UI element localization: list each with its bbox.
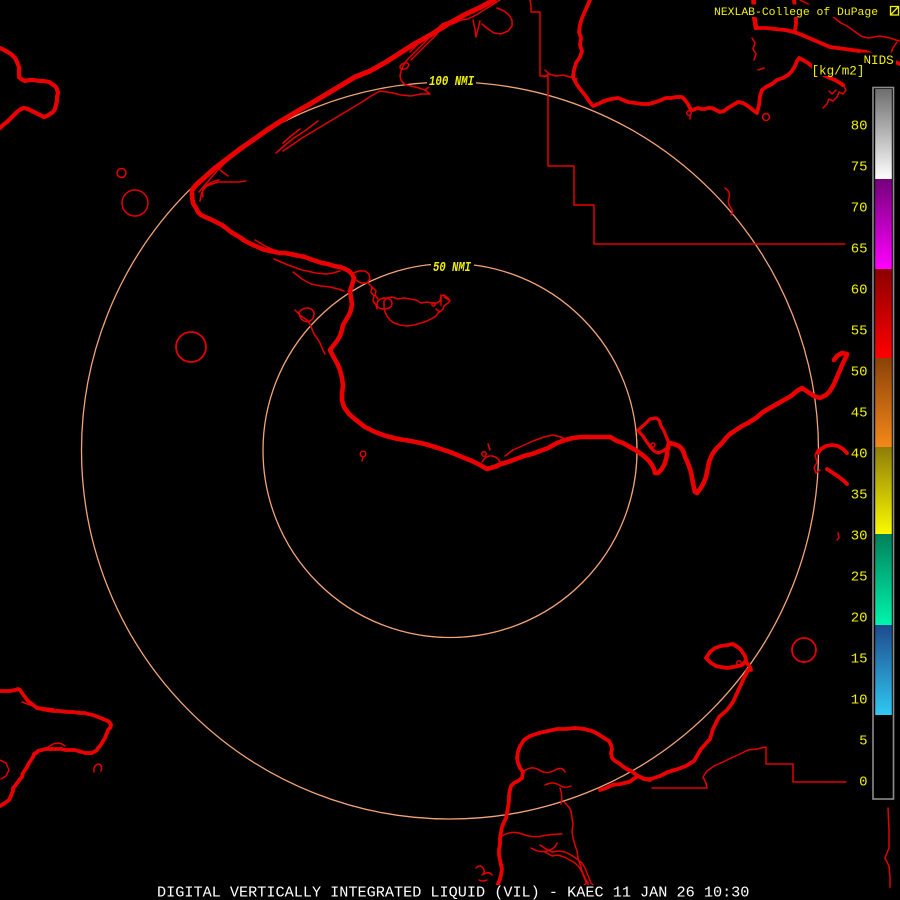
svg-text:50: 50	[851, 364, 868, 380]
svg-text:20: 20	[851, 610, 868, 626]
svg-text:25: 25	[851, 569, 868, 585]
svg-text:55: 55	[851, 323, 868, 339]
svg-text:50 NMI: 50 NMI	[433, 261, 472, 276]
svg-text:45: 45	[851, 405, 868, 421]
svg-text:80: 80	[851, 118, 868, 134]
svg-text:[kg/m2]: [kg/m2]	[812, 64, 865, 78]
svg-text:30: 30	[851, 528, 868, 544]
svg-text:100 NMI: 100 NMI	[429, 75, 475, 90]
svg-text:60: 60	[851, 282, 868, 298]
svg-text:DIGITAL VERTICALLY INTEGRATED: DIGITAL VERTICALLY INTEGRATED LIQUID (VI…	[157, 884, 749, 900]
svg-text:75: 75	[851, 159, 868, 175]
svg-text:0: 0	[859, 774, 867, 790]
svg-text:10: 10	[851, 692, 868, 708]
svg-text:65: 65	[851, 241, 868, 257]
svg-text:40: 40	[851, 446, 868, 462]
svg-text:70: 70	[851, 200, 868, 216]
svg-text:NEXLAB-College of DuPage: NEXLAB-College of DuPage	[714, 7, 878, 19]
svg-text:15: 15	[851, 651, 868, 667]
svg-text:5: 5	[859, 733, 867, 749]
svg-text:35: 35	[851, 487, 868, 503]
